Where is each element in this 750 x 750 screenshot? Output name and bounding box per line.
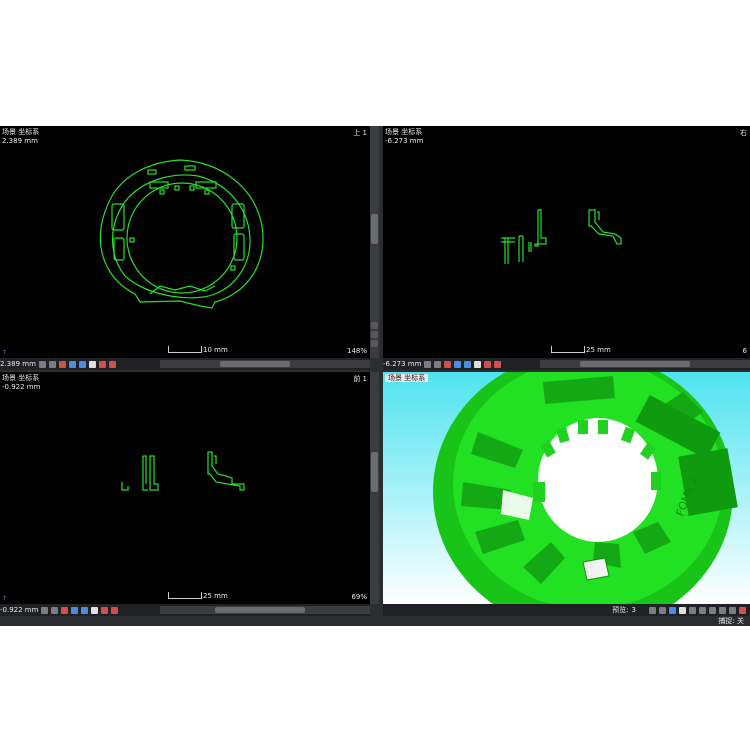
record-icon[interactable] [739,606,746,614]
measure-icon[interactable] [71,606,79,614]
ruler-icon[interactable] [91,606,99,614]
viewport-front[interactable]: 场景 坐标系 -0.922 mm 前 1 25 mm 69% ↑ [0,372,370,604]
application-window: 场景 坐标系 2.389 mm 上 1 10 mm 148% ↑ 2.389 m… [0,126,750,626]
preview-value[interactable]: 3 [632,606,636,614]
layers-icon[interactable] [729,606,736,614]
viewport-right-status-value: -6.273 mm [383,360,422,368]
viewport-right-scale-label: 25 mm [586,346,611,354]
axis-gizmo-icon: ↑ [2,595,8,602]
capture-status[interactable]: 捕捉: 关 [718,616,744,626]
settings-icon[interactable] [434,360,442,368]
viewport-front-zoom: 69% [351,593,367,601]
cube-icon[interactable] [709,606,716,614]
viewport-right-scale-bar [551,346,585,353]
tag-icon[interactable] [101,606,109,614]
hscroll-thumb[interactable] [220,361,290,367]
front-section-outline [121,451,245,491]
preview-label: 预览: [612,606,629,614]
hscroll-thumb[interactable] [215,607,305,613]
viewport-top-hscrollbar[interactable] [160,360,370,368]
section-icon[interactable] [464,360,472,368]
grid-icon[interactable] [424,360,432,368]
camera-icon[interactable] [689,606,696,614]
tag-icon[interactable] [98,360,106,368]
fit-view-icon[interactable] [371,340,378,347]
ruler-icon[interactable] [88,360,96,368]
viewport-top-side-tools [370,322,379,347]
top-section-outline [99,159,264,309]
grid-icon[interactable] [38,360,46,368]
viewport-front-scale-label: 25 mm [203,592,228,600]
viewport-front-hscrollbar[interactable] [160,606,370,614]
color-icon[interactable] [494,360,502,368]
shading-icon[interactable] [659,606,666,614]
settings-icon[interactable] [48,360,56,368]
viewport-front-scrollbar[interactable] [370,372,379,604]
section-icon[interactable] [81,606,89,614]
snap-icon[interactable] [61,606,69,614]
viewport-right-zoom: 6 [742,347,747,355]
zoom-in-icon[interactable] [371,322,378,329]
tag-icon[interactable] [484,360,492,368]
grid-icon[interactable] [41,606,49,614]
axis-gizmo-icon: ↑ [2,349,8,356]
color-icon[interactable] [108,360,116,368]
view-icon[interactable] [669,606,676,614]
settings-icon[interactable] [51,606,59,614]
viewport-right[interactable]: 场景 坐标系 -6.273 mm 右 25 mm 6 [383,126,750,358]
scroll-thumb[interactable] [371,452,378,492]
measure-icon[interactable] [68,360,76,368]
color-icon[interactable] [111,606,119,614]
viewport-top-scale-label: 10 mm [203,346,228,354]
viewport-perspective[interactable]: 场景 坐标系 FOMx 2 [383,372,750,604]
viewport-perspective-toolbar: 预览: 3 [383,604,750,616]
viewport-front-status-value: -0.922 mm [0,606,39,614]
right-section-outline [501,209,622,264]
model-3d-render: FOMx 2 [433,372,738,604]
display-mode-icon[interactable] [649,606,656,614]
cube-icon[interactable] [699,606,706,614]
ruler-icon[interactable] [474,360,482,368]
measure-icon[interactable] [454,360,462,368]
snap-icon[interactable] [58,360,66,368]
scroll-thumb[interactable] [371,214,378,244]
hscroll-thumb[interactable] [580,361,690,367]
viewport-top-status-value: 2.389 mm [0,360,36,368]
viewport-top[interactable]: 场景 坐标系 2.389 mm 上 1 10 mm 148% ↑ [0,126,370,358]
snap-icon[interactable] [444,360,452,368]
section-icon[interactable] [78,360,86,368]
cube-icon[interactable] [719,606,726,614]
viewport-front-scale-bar [168,592,202,599]
light-icon[interactable] [679,606,686,614]
zoom-out-icon[interactable] [371,331,378,338]
main-statusbar: 捕捉: 关 [0,616,750,626]
viewport-top-scale-bar [168,346,202,353]
viewport-top-zoom: 148% [346,347,367,355]
viewport-right-hscrollbar[interactable] [540,360,750,368]
